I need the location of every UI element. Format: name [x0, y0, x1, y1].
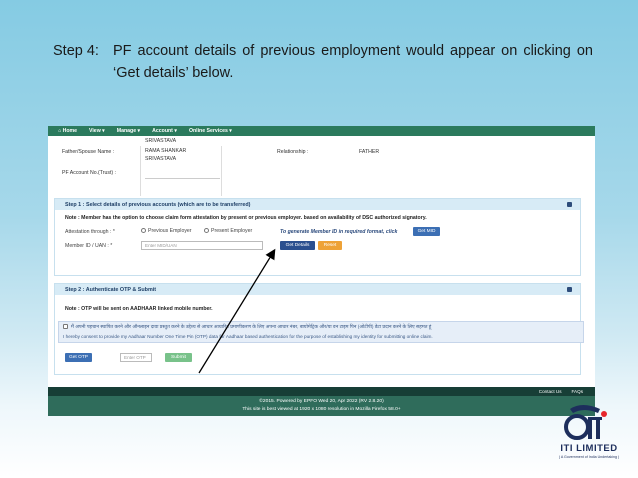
father-value-1: RAMA SHANKAR [145, 148, 187, 154]
top-navbar: ⌂ Home View ▾ Manage ▾ Account ▾ Online … [48, 126, 595, 136]
pf-account-underline [145, 178, 220, 179]
contact-us-link[interactable]: Contact Us [539, 389, 562, 394]
reset-button[interactable]: Reset [318, 241, 342, 250]
consent-hindi: मैं अपनी पहचान स्थापित करने और ऑनलाइन दा… [71, 325, 432, 330]
get-mid-button[interactable]: Get MID [413, 227, 440, 236]
collapse-icon[interactable] [567, 287, 572, 292]
page-footer: ©2015. Powered by EPFO Wed 20, Apr 2022 … [48, 396, 595, 416]
nav-account[interactable]: Account ▾ [152, 128, 177, 134]
footer-resolution: This site is best viewed at 1920 x 1080 … [242, 407, 401, 412]
radio-present-employer[interactable]: Present Employer [204, 228, 252, 234]
step2-note: Note : OTP will be sent on AADHAAR linke… [65, 306, 213, 312]
step1-note: Note : Member has the option to choose c… [65, 215, 427, 221]
relationship-value: FATHER [359, 149, 380, 155]
iti-logo: ITI LIMITED ( A Government of India Unde… [548, 403, 630, 473]
nav-online-services[interactable]: Online Services ▾ [189, 128, 232, 134]
step-description: PF account details of previous employmen… [113, 43, 593, 81]
otp-input[interactable]: Enter OTP [120, 353, 152, 362]
attestation-label: Attestation through : * [65, 229, 115, 235]
radio-previous-employer[interactable]: Previous Employer [141, 228, 192, 234]
member-id-label: Member ID / UAN : * [65, 243, 113, 249]
step-instruction: Step 4: PF account details of previous e… [53, 40, 593, 84]
epfo-portal-screenshot: ⌂ Home View ▾ Manage ▾ Account ▾ Online … [48, 126, 595, 416]
footer-copyright: ©2015. Powered by EPFO Wed 20, Apr 2022 … [259, 399, 384, 404]
logo-name: ITI LIMITED [560, 443, 618, 454]
nav-view[interactable]: View ▾ [89, 128, 105, 134]
relationship-label: Relationship : [277, 149, 309, 155]
father-label: Father/Spouse Name : [62, 149, 115, 155]
pf-account-label: PF Account No.(Trust) : [62, 170, 117, 176]
submit-button[interactable]: Submit [165, 353, 192, 362]
member-id-input[interactable]: Enter MID/UAN [141, 241, 263, 250]
father-value-2: SRIVASTAVA [145, 156, 177, 162]
radio-icon [204, 228, 209, 234]
checkbox-icon [63, 324, 68, 330]
get-details-button[interactable]: Get Details [280, 241, 315, 250]
member-profile: SRIVASTAVA Father/Spouse Name : RAMA SHA… [48, 136, 595, 196]
step1-header[interactable]: Step 1 : Select details of previous acco… [55, 199, 580, 210]
name-tail: SRIVASTAVA [145, 138, 177, 144]
collapse-icon[interactable] [567, 202, 572, 207]
radio-icon [141, 228, 146, 234]
step2-header[interactable]: Step 2 : Authenticate OTP & Submit [55, 284, 580, 295]
step1-panel: Step 1 : Select details of previous acco… [54, 198, 581, 276]
step1-title: Step 1 : Select details of previous acco… [65, 201, 251, 208]
nav-manage[interactable]: Manage ▾ [117, 128, 140, 134]
nav-home[interactable]: ⌂ Home [58, 128, 77, 134]
step-label: Step 4: [53, 43, 99, 59]
footer-links: Contact Us FAQs [48, 387, 595, 396]
consent-english: I hereby consent to provide my Aadhaar N… [63, 334, 433, 339]
logo-tagline: ( A Government of India Undertaking ) [558, 455, 620, 459]
consent-checkbox[interactable] [63, 324, 70, 330]
get-otp-button[interactable]: Get OTP [65, 353, 92, 362]
step2-title: Step 2 : Authenticate OTP & Submit [65, 286, 157, 293]
iti-emblem-icon [564, 405, 607, 440]
faqs-link[interactable]: FAQs [572, 389, 584, 394]
generate-mid-hint: To generate Member ID in required format… [280, 229, 398, 235]
consent-box: मैं अपनी पहचान स्थापित करने और ऑनलाइन दा… [58, 321, 584, 343]
